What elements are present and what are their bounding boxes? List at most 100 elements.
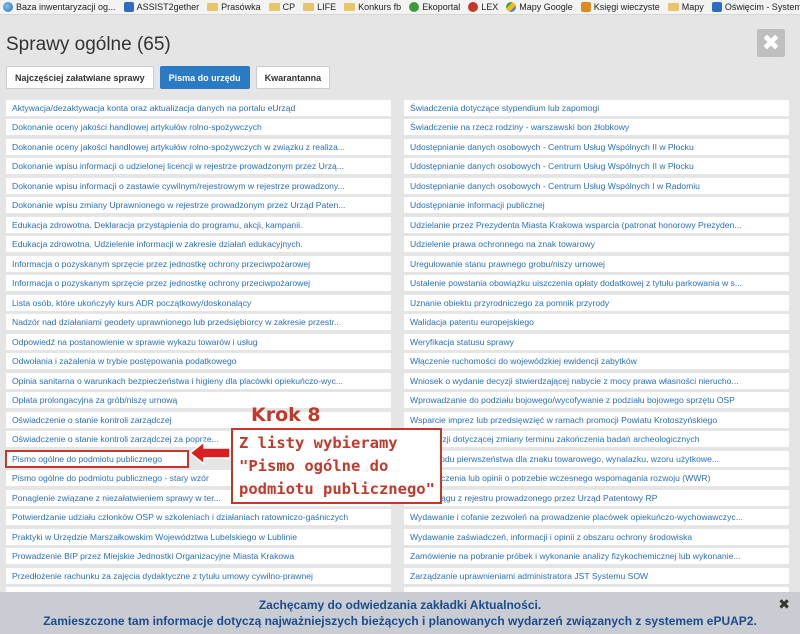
- list-item[interactable]: Dokonanie oceny jakości handlowej artyku…: [6, 137, 391, 157]
- list-item[interactable]: Edukacja zdrowotna. Udzielenie informacj…: [6, 235, 391, 255]
- list-item[interactable]: Udostępnianie informacji publicznej: [404, 196, 789, 216]
- list-item[interactable]: Świadczenia dotyczące stypendium lub zap…: [404, 98, 789, 118]
- list-item-link[interactable]: Udostępnianie danych osobowych - Centrum…: [404, 138, 789, 155]
- list-item-link[interactable]: Edukacja zdrowotna. Deklaracja przystąpi…: [6, 216, 391, 233]
- list-item-link[interactable]: Prowadzenie BIP przez Miejskie Jednostki…: [6, 548, 391, 565]
- list-item[interactable]: Udzielanie przez Prezydenta Miasta Krako…: [404, 215, 789, 235]
- list-item[interactable]: Wydawanie i cofanie zezwoleń na prowadze…: [404, 508, 789, 528]
- list-item-link[interactable]: Praktyki w Urzędzie Marszałkowskim Wojew…: [6, 528, 391, 545]
- list-item-link[interactable]: Oświadczenie o stanie kontroli zarządcze…: [6, 411, 391, 428]
- list-item-link[interactable]: Udostępnianie informacji publicznej: [404, 197, 789, 214]
- bookmark-item[interactable]: ASSIST2gether: [123, 2, 199, 12]
- list-item-link[interactable]: ...e dowodu pierwszeństwa dla znaku towa…: [404, 450, 789, 467]
- list-item-link[interactable]: Świadczenia dotyczące stypendium lub zap…: [404, 99, 789, 116]
- list-item-link[interactable]: Nadzór nad działaniami geodety uprawnion…: [6, 314, 391, 331]
- list-item-link[interactable]: Udostępnianie danych osobowych - Centrum…: [404, 177, 789, 194]
- list-item-link[interactable]: Opinia sanitarna o warunkach bezpieczeńs…: [6, 372, 391, 389]
- list-item[interactable]: Przedłożenie rachunku za zajęcia dydakty…: [6, 566, 391, 586]
- list-item[interactable]: Wniosek o wydanie decyzji stwierdzającej…: [404, 371, 789, 391]
- list-item[interactable]: Uregulowanie stanu prawnego grobu/niszy …: [404, 254, 789, 274]
- tab-quarantine[interactable]: Kwarantanna: [255, 66, 331, 89]
- list-item-link[interactable]: Wniosek o wydanie decyzji stwierdzającej…: [404, 372, 789, 389]
- list-item-link[interactable]: Walidacja patentu europejskiego: [404, 314, 789, 331]
- list-item[interactable]: Udzielenie prawa ochronnego na znak towa…: [404, 235, 789, 255]
- list-item[interactable]: Wsparcie imprez lub przedsięwzięć w rama…: [404, 410, 789, 430]
- list-item-link[interactable]: Wydawanie i cofanie zezwoleń na prowadze…: [404, 509, 789, 526]
- footer-close-icon[interactable]: ✖: [778, 596, 790, 613]
- list-item[interactable]: Edukacja zdrowotna. Deklaracja przystąpi…: [6, 215, 391, 235]
- list-item-link[interactable]: Wprowadzanie do podziału bojowego/wycofy…: [404, 392, 789, 409]
- list-item[interactable]: Odpowiedź na postanowienie w sprawie wyk…: [6, 332, 391, 352]
- list-item-link[interactable]: Dokonanie oceny jakości handlowej artyku…: [6, 119, 391, 136]
- list-item[interactable]: Dokonanie wpisu informacji o udzielonej …: [6, 157, 391, 177]
- list-item-link[interactable]: Dokonanie wpisu informacji o zastawie cy…: [6, 177, 391, 194]
- list-item[interactable]: Odwołania i zażalenia w trybie postępowa…: [6, 352, 391, 372]
- list-item-link[interactable]: ...e wyciągu z rejestru prowadzonego prz…: [404, 489, 789, 506]
- list-item-link[interactable]: Odpowiedź na postanowienie w sprawie wyk…: [6, 333, 391, 350]
- list-item-link[interactable]: Zarządzanie uprawnieniami administratora…: [404, 567, 789, 584]
- list-item-link[interactable]: Włączenie ruchomości do wojewódzkiej ewi…: [404, 353, 789, 370]
- bookmark-item[interactable]: Ekoportal: [409, 2, 460, 12]
- list-item-link[interactable]: Przedłożenie rachunku za zajęcia dydakty…: [6, 567, 391, 584]
- list-item-link[interactable]: ...e decyzji dotyczącej zmiany terminu z…: [404, 431, 789, 448]
- list-item[interactable]: Udostępnianie danych osobowych - Centrum…: [404, 157, 789, 177]
- list-item-link[interactable]: Weryfikacja statusu sprawy: [404, 333, 789, 350]
- list-item[interactable]: Włączenie ruchomości do wojewódzkiej ewi…: [404, 352, 789, 372]
- list-item[interactable]: ...e dowodu pierwszeństwa dla znaku towa…: [404, 449, 789, 469]
- list-item[interactable]: Aktywacja/dezaktywacja konta oraz aktual…: [6, 98, 391, 118]
- list-item[interactable]: Wprowadzanie do podziału bojowego/wycofy…: [404, 391, 789, 411]
- list-item[interactable]: Wydawanie zaświadczeń, informacji i opin…: [404, 527, 789, 547]
- tab-frequent-matters[interactable]: Najczęściej załatwiane sprawy: [6, 66, 154, 89]
- list-item-link[interactable]: Udostępnianie danych osobowych - Centrum…: [404, 158, 789, 175]
- list-item[interactable]: Weryfikacja statusu sprawy: [404, 332, 789, 352]
- list-item[interactable]: Zarządzanie uprawnieniami administratora…: [404, 566, 789, 586]
- list-item[interactable]: Świadczenie na rzecz rodziny - warszawsk…: [404, 118, 789, 138]
- list-item-link[interactable]: Uznanie obiektu przyrodniczego za pomnik…: [404, 294, 789, 311]
- list-item[interactable]: Uznanie obiektu przyrodniczego za pomnik…: [404, 293, 789, 313]
- bookmark-item[interactable]: LEX: [468, 2, 498, 12]
- list-item[interactable]: Udostępnianie danych osobowych - Centrum…: [404, 137, 789, 157]
- list-item-link[interactable]: Dokonanie wpisu zmiany Uprawnionego w re…: [6, 197, 391, 214]
- list-item-link[interactable]: Lista osób, które ukończyły kurs ADR poc…: [6, 294, 391, 311]
- list-item-link[interactable]: Udzielanie przez Prezydenta Miasta Krako…: [404, 216, 789, 233]
- list-item[interactable]: Opłata prolongacyjna za grób/niszę urnow…: [6, 391, 391, 411]
- list-item-link[interactable]: Zamówienie na pobranie próbek i wykonani…: [404, 548, 789, 565]
- list-item[interactable]: Informacja o pozyskanym sprzęcie przez j…: [6, 274, 391, 294]
- list-item-link[interactable]: Wsparcie imprez lub przedsięwzięć w rama…: [404, 411, 789, 428]
- list-item-link[interactable]: Odwołania i zażalenia w trybie postępowa…: [6, 353, 391, 370]
- list-item-link[interactable]: ...e orzeczenia lub opinii o potrzebie w…: [404, 470, 789, 487]
- bookmark-item[interactable]: Księgi wieczyste: [580, 2, 660, 12]
- list-item-link[interactable]: Ustalenie powstania obowiązku uiszczenia…: [404, 275, 789, 292]
- bookmark-item[interactable]: Mapy Google: [506, 2, 573, 12]
- list-item[interactable]: ...e decyzji dotyczącej zmiany terminu z…: [404, 430, 789, 450]
- list-item[interactable]: Prowadzenie BIP przez Miejskie Jednostki…: [6, 547, 391, 567]
- list-item-link[interactable]: Świadczenie na rzecz rodziny - warszawsk…: [404, 119, 789, 136]
- list-item-link[interactable]: Informacja o pozyskanym sprzęcie przez j…: [6, 255, 391, 272]
- list-item[interactable]: ...e wyciągu z rejestru prowadzonego prz…: [404, 488, 789, 508]
- bookmark-item[interactable]: Mapy: [667, 2, 704, 12]
- list-item-link[interactable]: Dokonanie oceny jakości handlowej artyku…: [6, 138, 391, 155]
- list-item-link[interactable]: Wydawanie zaświadczeń, informacji i opin…: [404, 528, 789, 545]
- list-item[interactable]: Lista osób, które ukończyły kurs ADR poc…: [6, 293, 391, 313]
- list-item-link[interactable]: Aktywacja/dezaktywacja konta oraz aktual…: [6, 99, 391, 116]
- list-item-link[interactable]: Informacja o pozyskanym sprzęcie przez j…: [6, 275, 391, 292]
- close-button[interactable]: ✖: [757, 29, 785, 57]
- list-item-link[interactable]: Opłata prolongacyjna za grób/niszę urnow…: [6, 392, 391, 409]
- list-item-link[interactable]: Dokonanie wpisu informacji o udzielonej …: [6, 158, 391, 175]
- list-item[interactable]: Praktyki w Urzędzie Marszałkowskim Wojew…: [6, 527, 391, 547]
- list-item[interactable]: Opinia sanitarna o warunkach bezpieczeńs…: [6, 371, 391, 391]
- list-item[interactable]: Potwierdzanie udziału członków OSP w szk…: [6, 508, 391, 528]
- list-item[interactable]: Informacja o pozyskanym sprzęcie przez j…: [6, 254, 391, 274]
- list-item[interactable]: Dokonanie wpisu informacji o zastawie cy…: [6, 176, 391, 196]
- list-item-link[interactable]: Edukacja zdrowotna. Udzielenie informacj…: [6, 236, 391, 253]
- list-item[interactable]: Walidacja patentu europejskiego: [404, 313, 789, 333]
- list-item[interactable]: Oświadczenie o stanie kontroli zarządcze…: [6, 410, 391, 430]
- bookmark-item[interactable]: Konkurs fb: [344, 2, 401, 12]
- bookmark-item[interactable]: LIFE: [303, 2, 336, 12]
- list-item[interactable]: Ustalenie powstania obowiązku uiszczenia…: [404, 274, 789, 294]
- list-item-link[interactable]: Udzielenie prawa ochronnego na znak towa…: [404, 236, 789, 253]
- list-item[interactable]: Nadzór nad działaniami geodety uprawnion…: [6, 313, 391, 333]
- list-item[interactable]: Zamówienie na pobranie próbek i wykonani…: [404, 547, 789, 567]
- list-item[interactable]: Udostępnianie danych osobowych - Centrum…: [404, 176, 789, 196]
- list-item[interactable]: ...e orzeczenia lub opinii o potrzebie w…: [404, 469, 789, 489]
